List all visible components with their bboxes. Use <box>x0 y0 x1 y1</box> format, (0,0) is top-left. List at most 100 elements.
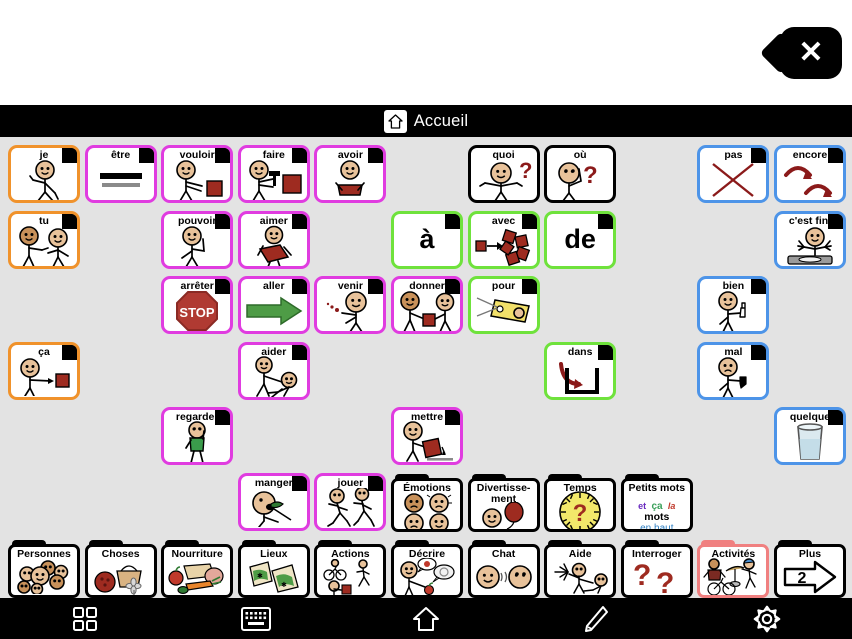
corner-fold <box>444 279 460 296</box>
symbol-cell-donner[interactable]: donner <box>391 276 463 335</box>
category-cell--motions[interactable]: Émotions <box>391 474 463 533</box>
symbol-label: être <box>110 149 131 161</box>
symbol-cell-mal[interactable]: mal <box>697 341 770 400</box>
symbol-art: ? <box>471 159 537 200</box>
symbol-cell-aimer[interactable]: aimer <box>237 210 310 269</box>
corner-fold <box>61 344 77 361</box>
category-art <box>88 561 154 595</box>
symbol-art <box>317 291 383 332</box>
symbol-cell-encore[interactable]: encore <box>774 145 846 203</box>
corner-fold <box>367 148 384 164</box>
close-icon: ✕ <box>798 36 824 69</box>
symbol-cell-c-est-fini[interactable]: c'est fini <box>774 210 846 269</box>
symbol-art <box>11 357 77 396</box>
symbol-art: de <box>564 223 596 254</box>
category-art <box>394 558 460 595</box>
symbol-cell-dans[interactable]: dans <box>544 341 617 400</box>
category-cell-lieux[interactable]: Lieux ✱ ✱ <box>237 539 310 598</box>
category-cell-interroger[interactable]: Interroger ? ? <box>620 539 693 598</box>
symbol-cell-aider[interactable]: aider <box>237 341 310 400</box>
symbol-cell-bien[interactable]: bien <box>697 276 770 335</box>
symbol-cell-de[interactable]: de <box>544 210 617 269</box>
close-button[interactable]: ✕ <box>780 27 842 79</box>
symbol-cell-faire[interactable]: faire <box>237 145 310 203</box>
symbol-cell-quelque[interactable]: quelque <box>774 407 846 466</box>
category-label: Choses <box>101 547 140 560</box>
symbol-label: ça <box>38 345 50 358</box>
top-strip: ✕ <box>0 0 852 105</box>
symbol-cell-aller[interactable]: aller <box>237 276 310 335</box>
pencil-icon[interactable] <box>511 598 681 639</box>
svg-text:?: ? <box>519 159 532 183</box>
category-cell-petits-mots[interactable]: Petits mots et ça la mots en haut <box>620 474 693 533</box>
page-header: Accueil <box>0 105 852 137</box>
symbol-cell-je[interactable]: je <box>8 145 80 203</box>
symbol-cell-mettre[interactable]: mettre <box>391 407 463 466</box>
category-art: ✱ ✱ <box>241 561 307 594</box>
category-cell-chat[interactable]: Chat <box>467 539 540 598</box>
category-cell-temps[interactable]: Temps ? <box>544 474 617 533</box>
symbol-cell-avoir[interactable]: avoir <box>314 145 387 203</box>
category-cell-d-crire[interactable]: Décrire <box>391 539 463 598</box>
symbol-cell--tre[interactable]: être <box>84 145 157 203</box>
symbol-art <box>700 161 766 199</box>
gear-icon[interactable] <box>682 598 852 639</box>
symbol-cell-tu[interactable]: tu <box>8 210 80 269</box>
category-label: Interroger <box>632 547 682 560</box>
corner-fold <box>214 148 231 164</box>
keyboard-icon[interactable] <box>170 598 340 639</box>
svg-text:?: ? <box>633 559 651 592</box>
symbol-cell-o-[interactable]: où ? <box>544 145 617 203</box>
corner-fold <box>597 344 614 361</box>
corner-fold <box>597 213 614 230</box>
symbol-cell--a[interactable]: ça <box>8 341 80 400</box>
symbol-cell-venir[interactable]: venir <box>314 276 387 335</box>
symbol-art <box>241 225 307 266</box>
symbol-label: encore <box>792 149 828 161</box>
symbol-grid: je être vouloir faire avoir quoi ? où ? … <box>0 137 852 598</box>
symbol-art <box>394 421 460 463</box>
category-cell-choses[interactable]: Choses <box>84 539 157 598</box>
symbol-art <box>164 225 230 266</box>
corner-fold <box>520 213 537 230</box>
corner-fold <box>61 213 77 230</box>
category-cell-divertisse--ment[interactable]: Divertisse-ment <box>467 474 540 533</box>
symbol-art <box>164 421 230 463</box>
home-icon[interactable] <box>341 598 511 639</box>
category-art <box>11 560 77 595</box>
corner-fold <box>290 279 307 296</box>
category-label: Petits mots <box>628 482 686 495</box>
corner-fold <box>827 213 843 230</box>
category-art <box>394 492 460 530</box>
symbol-cell-vouloir[interactable]: vouloir <box>161 145 234 203</box>
symbol-cell-quoi[interactable]: quoi ? <box>467 145 540 203</box>
symbol-cell-regarder[interactable]: regarder <box>161 407 234 466</box>
category-cell-actions[interactable]: Actions <box>314 539 387 598</box>
symbol-label: manger <box>254 477 293 489</box>
category-art <box>471 502 537 530</box>
corner-fold <box>444 213 460 230</box>
category-cell-personnes[interactable]: Personnes <box>8 539 80 598</box>
symbol-cell--[interactable]: à <box>391 210 463 269</box>
symbol-art <box>88 161 154 199</box>
symbol-label: dans <box>567 345 593 358</box>
corner-fold <box>290 148 307 164</box>
category-cell-plus[interactable]: Plus 2 <box>774 539 846 598</box>
symbol-art <box>471 292 537 330</box>
symbol-art: à <box>419 223 435 254</box>
symbol-cell-pas[interactable]: pas <box>697 145 770 203</box>
symbol-art <box>777 161 843 199</box>
corner-fold <box>290 344 307 361</box>
symbol-cell-avec[interactable]: avec <box>467 210 540 269</box>
corner-fold <box>137 148 154 164</box>
symbol-cell-pouvoir[interactable]: pouvoir <box>161 210 234 269</box>
symbol-cell-jouer[interactable]: jouer <box>314 473 387 531</box>
category-cell-activit-s[interactable]: Activités <box>697 539 770 598</box>
apps-grid-icon[interactable] <box>0 598 170 639</box>
category-cell-nourriture[interactable]: Nourriture <box>161 539 234 598</box>
symbol-cell-pour[interactable]: pour <box>467 276 540 335</box>
symbol-cell-arr-ter[interactable]: arrêter STOP <box>161 276 234 335</box>
svg-text:✱: ✱ <box>257 572 263 580</box>
category-cell-aide[interactable]: Aide <box>544 539 617 598</box>
symbol-cell-manger[interactable]: manger <box>237 473 310 531</box>
